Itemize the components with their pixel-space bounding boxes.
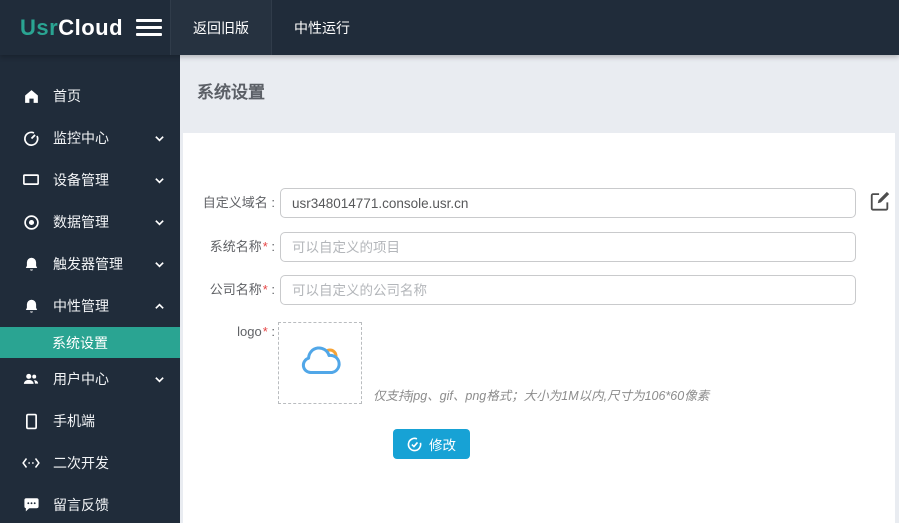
monitor-icon [22, 171, 40, 189]
chevron-up-icon [155, 303, 164, 309]
sidebar-item-label: 设备管理 [53, 172, 109, 188]
modify-button[interactable]: 修改 [393, 429, 470, 459]
chevron-down-icon [155, 377, 164, 383]
gauge-icon [22, 129, 40, 147]
chevron-down-icon [155, 262, 164, 268]
users-icon [22, 370, 40, 388]
logo-part-cloud: Cloud [58, 14, 124, 40]
hamburger-icon[interactable] [136, 19, 162, 36]
sidebar-subitem-system-settings[interactable]: 系统设置 [0, 327, 180, 358]
sidebar-item-secondary-development[interactable]: 二次开发 [0, 442, 180, 484]
main-content: 系统设置 自定义域名 : 系统名称* : 公司名称* : logo* [180, 55, 899, 523]
sidebar-item-label: 数据管理 [53, 214, 109, 230]
logo-part-usr: Usr [20, 14, 59, 40]
app-window: UsrCloud 返回旧版 中性运行 首页 监控中心 设备管理 数据管理 触发器… [0, 0, 899, 523]
sidebar-item-data-management[interactable]: 数据管理 [0, 201, 180, 243]
bell-icon [22, 255, 40, 273]
logo-format-note: 仅支持jpg、gif、png格式；大小为1M以内,尺寸为106*60像素 [373, 389, 710, 403]
sidebar-item-label: 留言反馈 [53, 497, 109, 513]
disc-icon [22, 213, 40, 231]
check-circle-icon [407, 437, 422, 452]
bell-icon [22, 297, 40, 315]
page-title: 系统设置 [197, 83, 265, 102]
sidebar-item-device-management[interactable]: 设备管理 [0, 159, 180, 201]
sidebar-item-label: 监控中心 [53, 130, 109, 146]
sidebar-item-monitoring-center[interactable]: 监控中心 [0, 117, 180, 159]
edit-icon[interactable] [869, 190, 891, 212]
company-name-input[interactable] [280, 275, 856, 305]
cloud-upload-icon [295, 342, 345, 385]
system-name-label: 系统名称* : [209, 239, 275, 254]
logo-label: logo* : [237, 324, 275, 339]
sidebar-item-trigger-management[interactable]: 触发器管理 [0, 243, 180, 285]
sidebar-item-user-center[interactable]: 用户中心 [0, 358, 180, 400]
sidebar-item-label: 触发器管理 [53, 256, 123, 272]
sidebar-item-label: 用户中心 [53, 371, 109, 387]
sidebar-item-home[interactable]: 首页 [0, 75, 180, 117]
phone-icon [22, 412, 40, 430]
tab-neutral-run[interactable]: 中性运行 [272, 0, 372, 55]
company-name-label: 公司名称* : [209, 282, 275, 297]
sidebar-item-feedback[interactable]: 留言反馈 [0, 484, 180, 523]
sidebar-item-mobile[interactable]: 手机端 [0, 400, 180, 442]
custom-domain-input[interactable] [280, 188, 856, 218]
home-icon [22, 87, 40, 105]
chevron-down-icon [155, 220, 164, 226]
sidebar-item-label: 首页 [53, 88, 81, 104]
system-name-input[interactable] [280, 232, 856, 262]
chevron-down-icon [155, 178, 164, 184]
modify-button-label: 修改 [429, 438, 456, 453]
tab-return-old-version[interactable]: 返回旧版 [170, 0, 272, 55]
custom-domain-label: 自定义域名 : [202, 195, 275, 210]
sidebar-item-neutral-management[interactable]: 中性管理 [0, 285, 180, 327]
chevron-down-icon [155, 136, 164, 142]
feedback-icon [22, 496, 40, 514]
sidebar-item-label: 中性管理 [53, 298, 109, 314]
logo-area: UsrCloud [0, 0, 170, 55]
top-header: UsrCloud 返回旧版 中性运行 [0, 0, 899, 55]
app-logo[interactable]: UsrCloud [20, 15, 123, 41]
logo-upload-dropzone[interactable] [278, 322, 362, 404]
sidebar-item-label: 手机端 [53, 413, 95, 429]
code-icon [22, 454, 40, 472]
sidebar-item-label: 二次开发 [53, 455, 109, 471]
sidebar: 首页 监控中心 设备管理 数据管理 触发器管理 中性管理 系统设置 用户中心 手… [0, 55, 180, 523]
settings-card: 自定义域名 : 系统名称* : 公司名称* : logo* : [183, 133, 895, 523]
